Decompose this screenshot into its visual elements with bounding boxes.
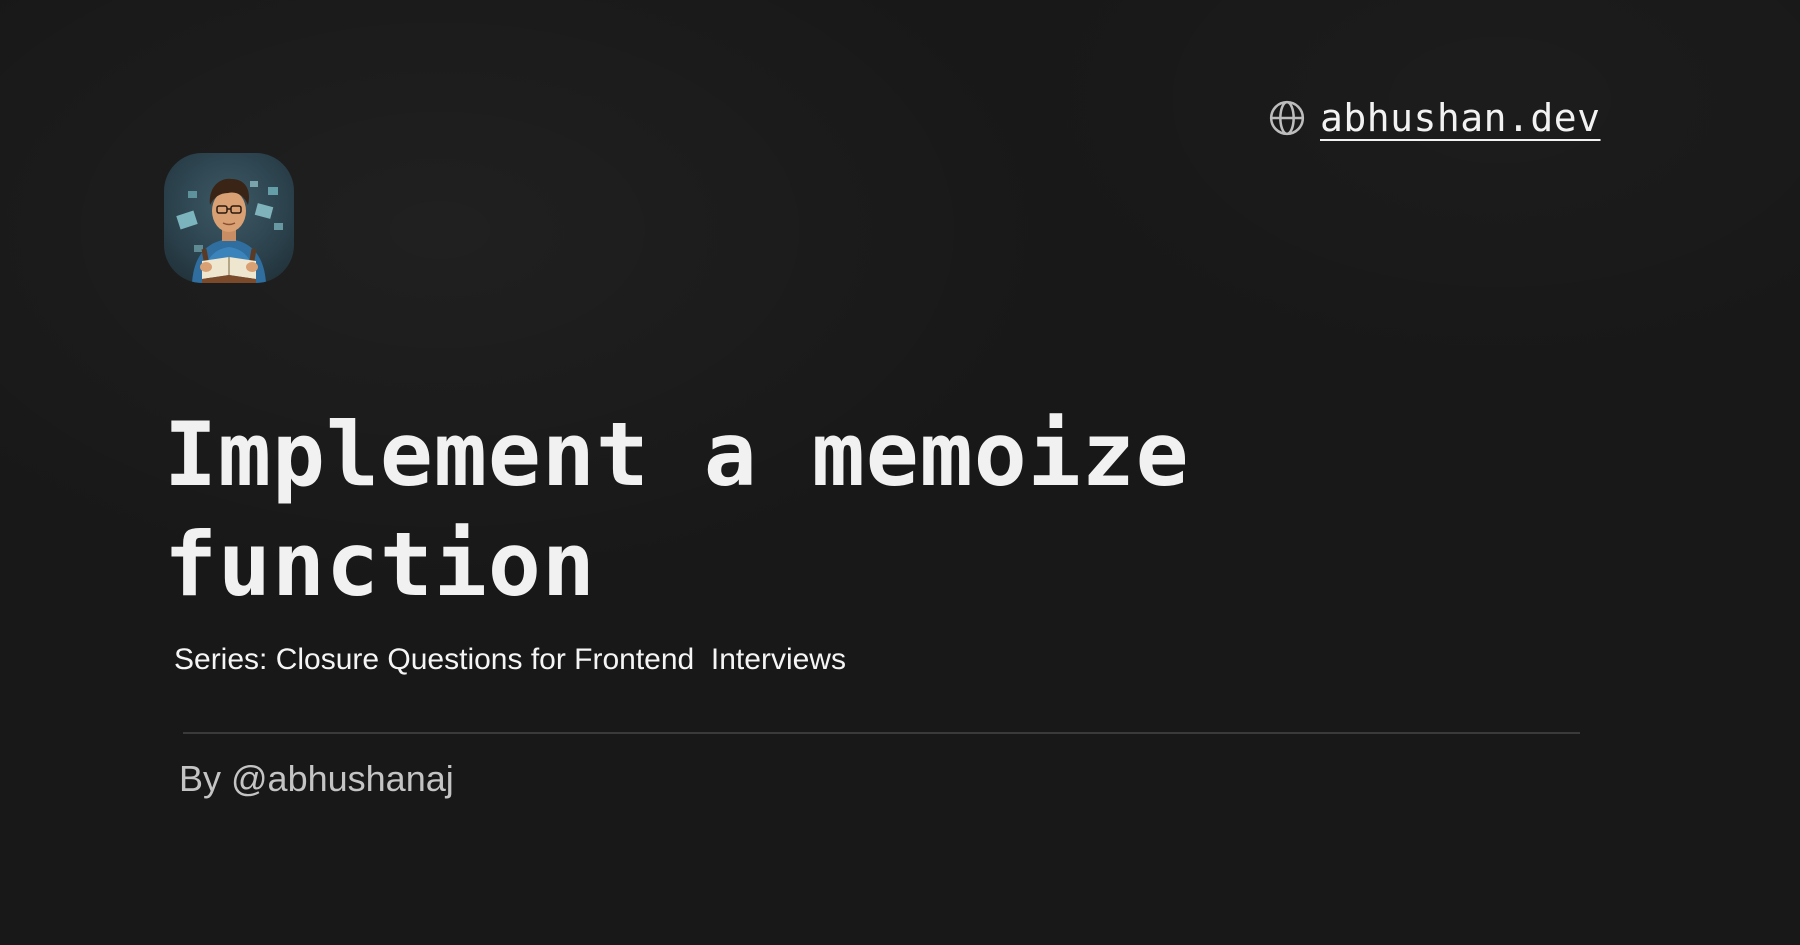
page-title: Implement a memoize function	[164, 403, 1190, 616]
series-subtitle: Series: Closure Questions for Frontend I…	[174, 643, 846, 676]
avatar	[164, 153, 294, 283]
divider	[183, 732, 1580, 734]
site-link[interactable]: abhushan.dev	[1268, 96, 1601, 140]
avatar-illustration	[176, 178, 283, 283]
globe-icon	[1269, 100, 1305, 136]
site-url[interactable]: abhushan.dev	[1320, 96, 1601, 140]
author-byline: By @abhushanaj	[179, 758, 454, 799]
